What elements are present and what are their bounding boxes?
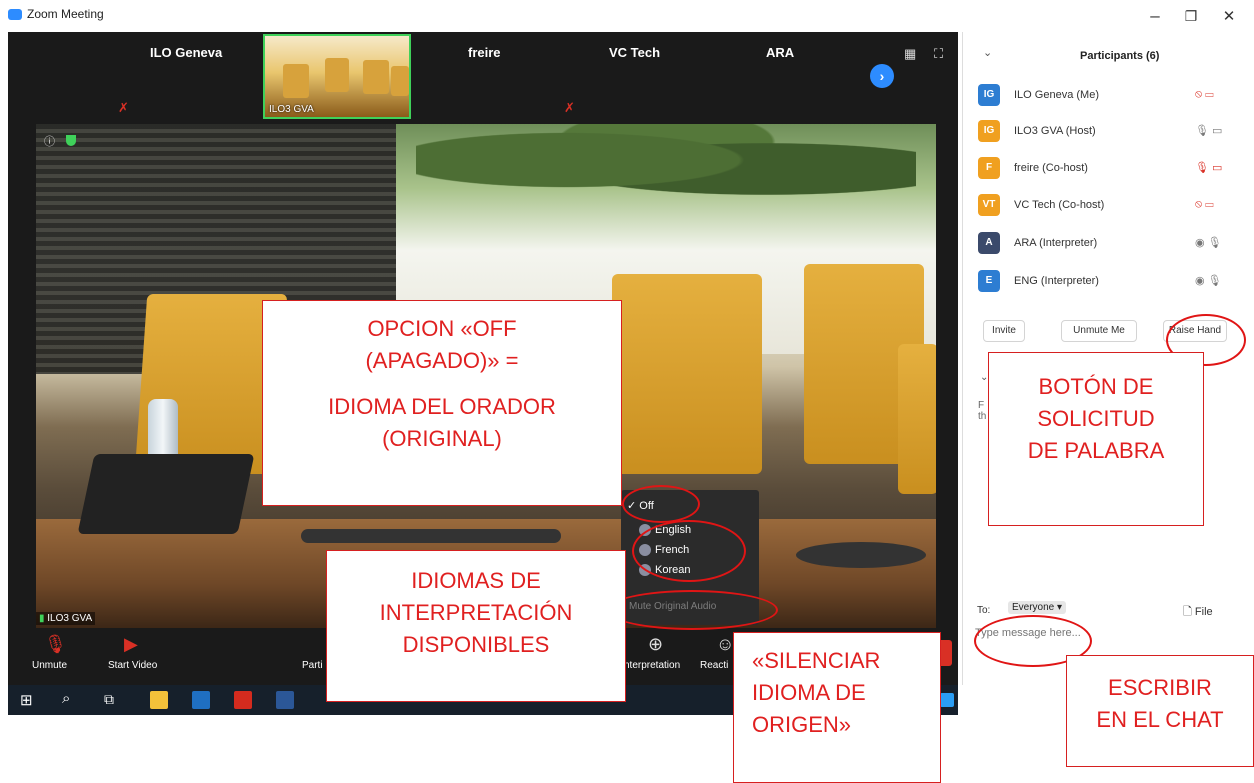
gallery-view-icon[interactable]: ▦ bbox=[904, 46, 916, 62]
close-button[interactable]: ✕ bbox=[1217, 7, 1241, 25]
pdf-reader-icon[interactable] bbox=[234, 691, 252, 709]
interpretation-globe-icon[interactable]: ⊕ bbox=[648, 634, 663, 655]
annotation-raise-hand: BOTÓN DE SOLICITUD DE PALABRA bbox=[988, 352, 1204, 526]
participant-name[interactable]: freire (Co-host) bbox=[1014, 162, 1088, 174]
tile-name-ilo-geneva[interactable]: ILO Geneva bbox=[150, 45, 222, 60]
avatar: E bbox=[978, 270, 1000, 292]
file-icon: 🗋 bbox=[1183, 606, 1195, 618]
minimize-button[interactable]: – bbox=[1143, 6, 1167, 26]
task-view-icon[interactable]: ⧉ bbox=[104, 691, 114, 708]
conference-phone bbox=[77, 454, 255, 534]
video-name-tag: ▮ ILO3 GVA bbox=[36, 612, 96, 625]
interpretation-button[interactable]: nterpretation bbox=[624, 660, 680, 671]
tray-icon[interactable] bbox=[940, 693, 954, 707]
highlight-ring-off bbox=[622, 485, 700, 523]
tile-active-speaker[interactable]: ILO3 GVA bbox=[263, 34, 411, 119]
next-page-arrow-icon[interactable]: › bbox=[870, 64, 894, 88]
start-video-button[interactable]: Start Video bbox=[108, 660, 157, 671]
tile-name-ilo3-gva: ILO3 GVA bbox=[269, 104, 314, 115]
trees bbox=[416, 124, 916, 214]
window-title: Zoom Meeting bbox=[27, 7, 104, 21]
participants-title: Participants (6) bbox=[1080, 50, 1160, 62]
chat-to-label: To: bbox=[977, 605, 991, 616]
mic-video-muted-icon[interactable]: 🎙︎ ▭ bbox=[1195, 161, 1222, 174]
annotation-off-option: OPCION «OFF (APAGADO)» = IDIOMA DEL ORAD… bbox=[262, 300, 622, 506]
title-bar bbox=[0, 0, 1254, 32]
avatar: A bbox=[978, 232, 1000, 254]
chat-recipient-dropdown[interactable]: Everyone ▾ bbox=[1008, 601, 1067, 614]
avatar: IG bbox=[978, 84, 1000, 106]
participants-button[interactable]: Parti bbox=[302, 660, 323, 671]
water-bottle bbox=[148, 399, 178, 459]
search-icon[interactable]: ⌕ bbox=[62, 690, 70, 707]
chair bbox=[898, 344, 936, 494]
collapse-chevron-icon[interactable]: ⌄ bbox=[983, 46, 992, 59]
tile-name-vc-tech[interactable]: VC Tech bbox=[609, 45, 660, 60]
microphone bbox=[796, 542, 926, 568]
reactions-button[interactable]: Reacti bbox=[700, 660, 728, 671]
muted-mic-icon: ✗ bbox=[118, 100, 129, 115]
participant-name[interactable]: VC Tech (Co-host) bbox=[1014, 199, 1104, 211]
mic-video-muted-icon[interactable]: ⦸ ▭ bbox=[1195, 88, 1214, 101]
annotation-languages: IDIOMAS DE INTERPRETACIÓN DISPONIBLES bbox=[326, 550, 626, 702]
chat-message-peek: Fth bbox=[978, 400, 987, 422]
interpreter-mic-icon[interactable]: ◉ 🎙︎ bbox=[1195, 236, 1222, 249]
invite-button[interactable]: Invite bbox=[983, 320, 1025, 342]
annotation-chat: ESCRIBIR EN EL CHAT bbox=[1066, 655, 1254, 767]
tile-name-ara[interactable]: ARA bbox=[766, 45, 794, 60]
video-off-icon[interactable]: ▶ bbox=[124, 634, 138, 655]
mic-video-muted-icon[interactable]: ⦸ ▭ bbox=[1195, 198, 1214, 211]
windows-start-icon[interactable]: ⊞ bbox=[20, 691, 33, 709]
word-icon[interactable] bbox=[276, 691, 294, 709]
encryption-shield-icon[interactable] bbox=[66, 135, 76, 146]
interpreter-mic-icon[interactable]: ◉ 🎙︎ bbox=[1195, 274, 1222, 287]
highlight-ring-mute-original bbox=[606, 590, 778, 630]
highlight-ring-languages bbox=[632, 520, 746, 582]
mic-muted-icon[interactable]: 🎙︎ bbox=[44, 634, 67, 655]
avatar: VT bbox=[978, 194, 1000, 216]
fullscreen-icon[interactable]: ⛶ bbox=[934, 46, 943, 62]
tile-name-freire[interactable]: freire bbox=[468, 45, 501, 60]
chair bbox=[612, 274, 762, 474]
mic-video-icon[interactable]: 🎙︎ ▭ bbox=[1195, 124, 1222, 137]
participant-name[interactable]: ILO3 GVA (Host) bbox=[1014, 125, 1096, 137]
participant-name[interactable]: ILO Geneva (Me) bbox=[1014, 89, 1099, 101]
info-icon[interactable]: ⓘ bbox=[44, 133, 55, 149]
avatar: F bbox=[978, 157, 1000, 179]
zoom-logo-icon bbox=[8, 9, 22, 20]
unmute-me-button[interactable]: Unmute Me bbox=[1061, 320, 1137, 342]
participant-name[interactable]: ENG (Interpreter) bbox=[1014, 275, 1099, 287]
restore-button[interactable]: ❐ bbox=[1179, 8, 1203, 25]
annotation-mute-origin: «SILENCIAR IDIOMA DE ORIGEN» bbox=[733, 632, 941, 783]
muted-mic-icon: ✗ bbox=[564, 100, 575, 115]
outlook-icon[interactable] bbox=[192, 691, 210, 709]
unmute-button[interactable]: Unmute bbox=[32, 660, 67, 671]
file-explorer-icon[interactable] bbox=[150, 691, 168, 709]
chat-file-button[interactable]: 🗋 File bbox=[1183, 603, 1213, 622]
microphone bbox=[301, 529, 561, 543]
reactions-icon[interactable]: ☺ bbox=[716, 634, 734, 655]
participant-name[interactable]: ARA (Interpreter) bbox=[1014, 237, 1097, 249]
avatar: IG bbox=[978, 120, 1000, 142]
